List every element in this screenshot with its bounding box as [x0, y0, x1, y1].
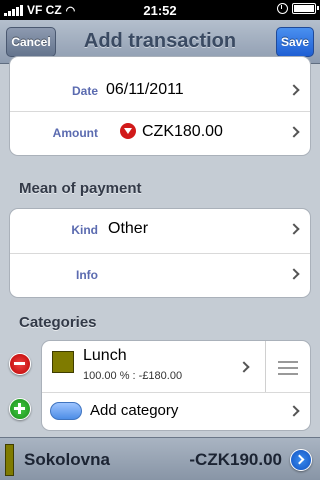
kind-label: Kind [71, 223, 98, 237]
save-button[interactable]: Save [276, 27, 314, 57]
details-group: Date 06/11/2011 Amount CZK180.00 [9, 56, 311, 156]
amount-row[interactable]: Amount CZK180.00 [10, 111, 310, 155]
amount-label: Amount [52, 126, 98, 140]
category-row[interactable]: Lunch 100.00 % : -£180.00 [42, 341, 310, 392]
kind-value: Other [108, 220, 149, 237]
date-value: 06/11/2011 [106, 81, 184, 98]
info-row[interactable]: Info [10, 253, 310, 297]
add-category-label: Add category [90, 402, 179, 419]
category-name: Lunch [83, 347, 127, 364]
category-pill-icon [50, 402, 82, 420]
detail-disclosure-icon[interactable] [290, 449, 312, 471]
status-bar: VF CZ ◠ 21:52 [0, 0, 320, 20]
date-row[interactable]: Date 06/11/2011 [10, 57, 310, 111]
chevron-right-icon [288, 84, 300, 96]
add-category-icon[interactable] [9, 398, 31, 420]
amount-value: CZK180.00 [142, 123, 223, 140]
categories-group: Lunch 100.00 % : -£180.00 Add category [41, 340, 311, 431]
amount-value-wrap: CZK180.00 [120, 123, 223, 141]
info-label: Info [76, 268, 98, 282]
category-color-swatch [52, 351, 74, 373]
account-color-swatch [5, 444, 14, 476]
payment-group: Kind Other Info [9, 208, 311, 298]
status-time: 21:52 [143, 3, 177, 18]
divider [265, 341, 266, 392]
reorder-handle-icon[interactable] [278, 361, 298, 379]
categories-section-title: Categories [19, 314, 97, 331]
account-bar[interactable]: Sokolovna -CZK190.00 [0, 437, 320, 480]
expense-down-arrow-icon [120, 123, 136, 139]
add-category-row[interactable]: Add category [42, 392, 310, 430]
alarm-clock-icon [277, 3, 288, 14]
chevron-right-icon [288, 223, 300, 235]
payment-section-title: Mean of payment [19, 180, 142, 197]
account-balance: -CZK190.00 [189, 450, 282, 469]
page-title: Add transaction [83, 30, 237, 52]
chevron-right-icon [288, 268, 300, 280]
account-name: Sokolovna [24, 450, 110, 469]
chevron-right-icon [288, 405, 300, 417]
remove-category-icon[interactable] [9, 353, 31, 375]
category-split: 100.00 % : -£180.00 [83, 370, 183, 382]
date-label: Date [71, 84, 98, 98]
chevron-right-icon [238, 361, 250, 373]
kind-row[interactable]: Kind Other [10, 209, 310, 253]
status-right [277, 3, 319, 14]
chevron-right-icon [288, 126, 300, 138]
battery-icon [292, 3, 319, 14]
